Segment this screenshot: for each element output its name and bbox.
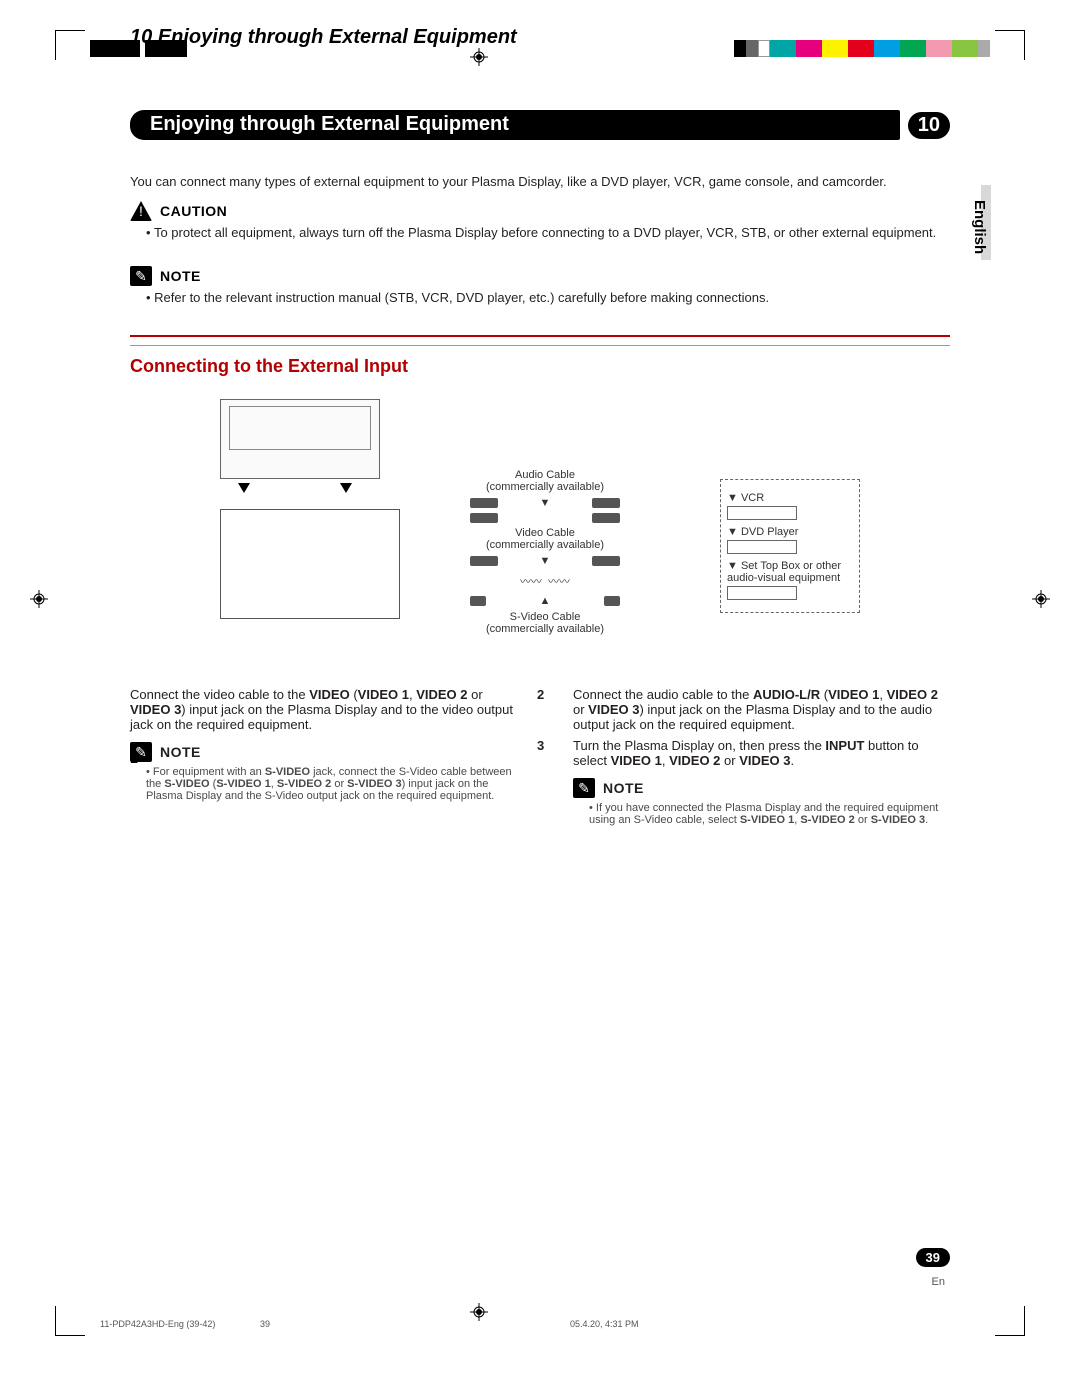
svideo-cable-label: S-Video Cable [470, 611, 620, 623]
lnb: S-VIDEO [265, 766, 310, 778]
rne: or [855, 814, 871, 826]
s1a: Connect the video cable to the [130, 687, 309, 702]
page-lang: En [932, 1276, 945, 1288]
lna: For equipment with an [153, 766, 265, 778]
vcr-label: VCR [741, 492, 764, 504]
page-number: 39 [916, 1248, 950, 1267]
step-1-marker: 1 [130, 750, 138, 766]
s1h: VIDEO 3 [130, 702, 181, 717]
lang-tab: English [971, 200, 988, 254]
caution-text: To protect all equipment, always turn of… [146, 225, 950, 240]
s2b: AUDIO-L/R [753, 687, 820, 702]
arrow-down-1 [238, 483, 250, 493]
s1c: ( [350, 687, 358, 702]
step-3: 3 Turn the Plasma Display on, then press… [555, 738, 950, 768]
note-label: NOTE [160, 268, 201, 284]
s3d: VIDEO 1 [611, 753, 662, 768]
rng: . [925, 814, 928, 826]
cable-labels: Audio Cable (commercially available) ▼ V… [470, 469, 620, 635]
section-title: Connecting to the External Input [130, 356, 950, 377]
s1b: VIDEO [309, 687, 349, 702]
s2f: VIDEO 2 [887, 687, 938, 702]
s3g: or [720, 753, 739, 768]
note-text-span: Refer to the relevant instruction manual… [154, 290, 769, 305]
register-mark-right [1032, 590, 1050, 608]
s1d: VIDEO 1 [358, 687, 409, 702]
intro-text: You can connect many types of external e… [130, 174, 950, 189]
crop-mark-br [995, 1306, 1025, 1336]
dvd-label: DVD Player [741, 526, 798, 538]
s2num: 2 [537, 687, 544, 702]
step-1: Connect the video cable to the VIDEO (VI… [130, 687, 525, 732]
s3num: 3 [537, 738, 544, 753]
s2g: or [573, 702, 588, 717]
note-text: Refer to the relevant instruction manual… [146, 290, 950, 305]
crop-mark-tr [995, 30, 1025, 60]
lnd: S-VIDEO [164, 778, 209, 790]
note-icon: ✎ [130, 266, 152, 286]
s3a: Turn the Plasma Display on, then press t… [573, 738, 825, 753]
s2a: Connect the audio cable to the [573, 687, 753, 702]
rnb: S-VIDEO 1 [740, 814, 794, 826]
right-column: 2 Connect the audio cable to the AUDIO-L… [555, 687, 950, 826]
right-note: If you have connected the Plasma Display… [589, 802, 950, 826]
note-label-2: NOTE [160, 744, 201, 760]
register-mark-top [470, 48, 488, 66]
plasma-display-rear [220, 399, 380, 479]
footer-page: 39 [260, 1319, 270, 1329]
audio-avail: (commercially available) [470, 481, 620, 493]
chapter-tab [130, 110, 144, 140]
s2c: ( [820, 687, 828, 702]
s2e: , [879, 687, 886, 702]
rnf: S-VIDEO 3 [871, 814, 925, 826]
lni: or [331, 778, 347, 790]
register-mark-bottom [470, 1303, 488, 1321]
print-colorbar [734, 40, 990, 57]
left-note: For equipment with an S-VIDEO jack, conn… [146, 766, 525, 802]
section-rule-red [130, 335, 950, 337]
chapter-bar: Enjoying through External Equipment 10 [130, 110, 950, 140]
lnf: S-VIDEO 1 [216, 778, 270, 790]
caution-text-span: To protect all equipment, always turn of… [154, 225, 936, 240]
video-avail: (commercially available) [470, 539, 620, 551]
connection-diagram: Audio Cable (commercially available) ▼ V… [170, 389, 910, 679]
rnd: S-VIDEO 2 [800, 814, 854, 826]
s2h: VIDEO 3 [588, 702, 639, 717]
left-column: Connect the video cable to the VIDEO (VI… [130, 687, 525, 826]
section-rule-gray [130, 345, 950, 346]
svideo-avail: (commercially available) [470, 623, 620, 635]
video-cable-label: Video Cable [470, 527, 620, 539]
s3f: VIDEO 2 [669, 753, 720, 768]
stb-label: Set Top Box or other audio-visual equipm… [727, 560, 841, 584]
crop-mark-tl [55, 30, 85, 60]
caution-label: CAUTION [160, 203, 227, 219]
crop-mark-bl [55, 1306, 85, 1336]
s1f: VIDEO 2 [416, 687, 467, 702]
s1g: or [467, 687, 482, 702]
chapter-number: 10 [908, 112, 950, 139]
running-head: 10 Enjoying through External Equipment [130, 26, 517, 49]
step-2: 2 Connect the audio cable to the AUDIO-L… [555, 687, 950, 732]
lnj: S-VIDEO 3 [347, 778, 401, 790]
arrow-down-2 [340, 483, 352, 493]
s3b: INPUT [825, 738, 864, 753]
note-label-3: NOTE [603, 780, 644, 796]
note-icon-3: ✎ [573, 778, 595, 798]
lnh: S-VIDEO 2 [277, 778, 331, 790]
s2d: VIDEO 1 [828, 687, 879, 702]
device-list: ▼ VCR ▼ DVD Player ▼ Set Top Box or othe… [720, 479, 860, 613]
jack-panel [220, 509, 400, 619]
chapter-title: Enjoying through External Equipment [144, 110, 900, 140]
register-mark-left [30, 590, 48, 608]
footer-timestamp: 05.4.20, 4:31 PM [570, 1319, 639, 1329]
footer-filename: 11-PDP42A3HD-Eng (39-42) [100, 1319, 215, 1329]
audio-cable-label: Audio Cable [470, 469, 620, 481]
s3h: VIDEO 3 [739, 753, 790, 768]
s1i: ) input jack on the Plasma Display and t… [130, 702, 513, 732]
s3i: . [791, 753, 795, 768]
caution-icon: ! [130, 201, 152, 221]
